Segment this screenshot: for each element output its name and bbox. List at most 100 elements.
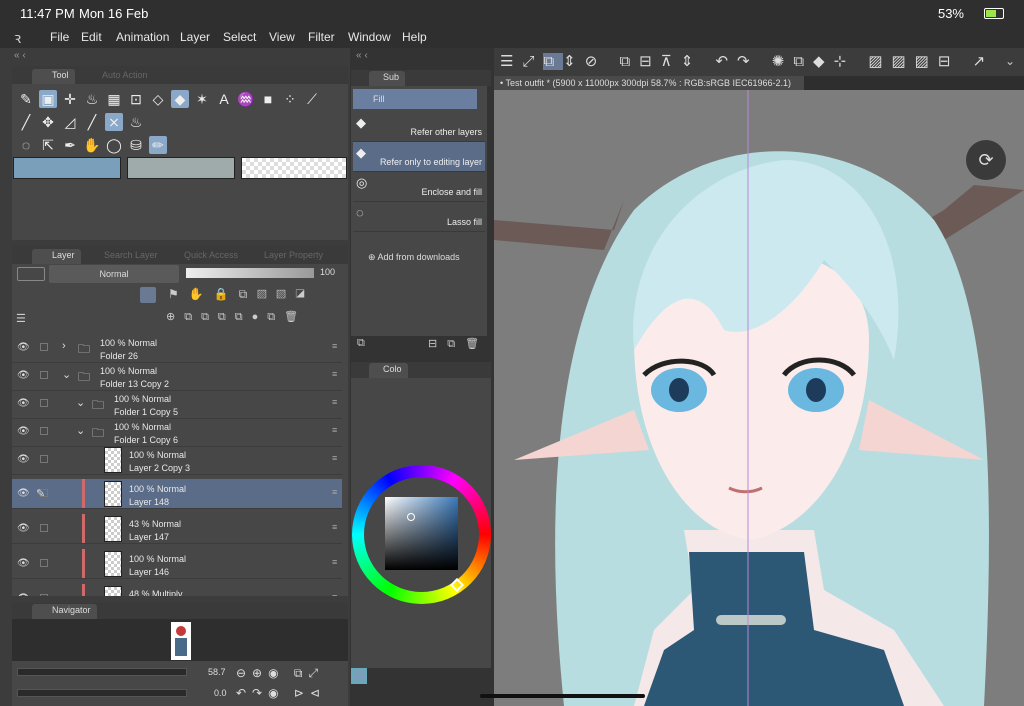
menu-animation[interactable]: Animation bbox=[116, 30, 169, 44]
menu-edit[interactable]: Edit bbox=[81, 30, 102, 44]
ruler-tool-icon[interactable]: ◿ bbox=[61, 113, 79, 131]
visibility-eye-icon[interactable]: 👁 bbox=[17, 558, 30, 569]
visibility-eye-icon[interactable]: 👁 bbox=[17, 426, 30, 437]
layer-select-checkbox[interactable] bbox=[40, 399, 48, 407]
folder-toggle-icon[interactable]: › bbox=[62, 340, 66, 352]
subtool-enclose-fill[interactable]: ◎ Enclose and fill bbox=[353, 172, 485, 202]
selection-tool-icon[interactable]: ⨯ bbox=[105, 113, 123, 131]
pencil-tool-icon[interactable]: ✏ bbox=[149, 136, 167, 154]
layer-row[interactable]: 👁 ✎ 100 % Normal Layer 148 ≡ bbox=[12, 479, 342, 509]
layer-select-checkbox[interactable] bbox=[40, 427, 48, 435]
mini-color-swatch[interactable] bbox=[351, 668, 367, 684]
eyedrop-tool-icon[interactable]: ⟋ bbox=[303, 90, 321, 108]
lasso-tool-icon[interactable]: ◌ bbox=[17, 136, 35, 154]
clip-studio-logo-icon[interactable]: ꝛ bbox=[14, 28, 21, 48]
layer-lock-icons[interactable]: ⚑✋🔒⧉▨▨◪ bbox=[168, 287, 338, 302]
layer-color-toggle[interactable] bbox=[17, 267, 45, 281]
collapse-left-icon[interactable]: « ‹ bbox=[14, 50, 26, 61]
folder-toggle-icon[interactable]: ⌄ bbox=[62, 368, 71, 381]
tab-auto-action[interactable]: Auto Action bbox=[82, 69, 154, 84]
grid-tool-icon[interactable]: ▦ bbox=[105, 90, 123, 108]
layer-drag-handle-icon[interactable]: ≡ bbox=[332, 592, 337, 596]
add-from-downloads-button[interactable]: ⊕ Add from downloads bbox=[368, 252, 460, 263]
subtool-refer-other-layers[interactable]: ◆ Refer other layers bbox=[353, 112, 485, 142]
drawing-canvas[interactable]: ⟳ bbox=[494, 90, 1024, 706]
move-tool-icon[interactable]: ✛ bbox=[61, 90, 79, 108]
frame-tool-icon[interactable]: ⊡ bbox=[127, 90, 145, 108]
visibility-eye-icon[interactable]: 👁 bbox=[17, 454, 30, 465]
hand-tool-icon[interactable]: ✋ bbox=[83, 136, 101, 154]
text-tool-icon[interactable]: A bbox=[215, 90, 233, 108]
rotation-slider[interactable] bbox=[17, 689, 187, 697]
rotate-buttons-icon[interactable]: ↶↷◉ ⊳⊲ bbox=[236, 686, 326, 700]
layer-row[interactable]: 👁 48 % Multiply ≡ bbox=[12, 584, 342, 596]
visibility-eye-icon[interactable]: 👁 bbox=[17, 523, 30, 534]
pen-nib-tool-icon[interactable]: ✒ bbox=[61, 136, 79, 154]
menu-view[interactable]: View bbox=[269, 30, 295, 44]
visibility-eye-icon[interactable]: 👁 bbox=[17, 398, 30, 409]
layer-row[interactable]: 👁 ⌄ 🗀 100 % Normal Folder 1 Copy 5 ≡ bbox=[12, 389, 342, 419]
command-bar-expand-icon[interactable]: ⌄ bbox=[1005, 54, 1015, 68]
fill-tool-icon[interactable]: ◆ bbox=[171, 90, 189, 108]
line-tool-icon[interactable]: ╱ bbox=[17, 113, 35, 131]
layer-list-options-icon[interactable]: ☰ bbox=[16, 312, 26, 325]
tab-layer-property[interactable]: Layer Property bbox=[244, 249, 329, 264]
opacity-slider[interactable] bbox=[186, 268, 314, 278]
spray-tool-icon[interactable]: ♨ bbox=[83, 90, 101, 108]
tab-navigator[interactable]: Navigator bbox=[32, 604, 97, 619]
lasso2-tool-icon[interactable]: ◯ bbox=[105, 136, 123, 154]
layer-drag-handle-icon[interactable]: ≡ bbox=[332, 341, 337, 351]
gradient-tool-icon[interactable]: ■ bbox=[259, 90, 277, 108]
zoom-buttons-icon[interactable]: ⊖⊕◉ ⧉⤢ bbox=[236, 666, 324, 681]
main-color-swatch[interactable] bbox=[13, 157, 121, 179]
pen-tool-icon[interactable]: ✎ bbox=[17, 90, 35, 108]
tab-layer[interactable]: Layer bbox=[32, 249, 81, 264]
layer-select-checkbox[interactable] bbox=[40, 594, 48, 596]
sparkle-tool-icon[interactable]: ✶ bbox=[193, 90, 211, 108]
select-arrow-tool-icon[interactable]: ⇱ bbox=[39, 136, 57, 154]
subtool-group-fill[interactable]: Fill bbox=[353, 89, 477, 109]
layer-drag-handle-icon[interactable]: ≡ bbox=[332, 397, 337, 407]
bucket-tool-icon[interactable]: ⛁ bbox=[127, 136, 145, 154]
layer-row[interactable]: 👁 100 % Normal Layer 2 Copy 3 ≡ bbox=[12, 445, 342, 475]
color-picker-handle[interactable] bbox=[407, 513, 415, 521]
layer-drag-handle-icon[interactable]: ≡ bbox=[332, 522, 337, 532]
saturation-value-square[interactable] bbox=[385, 497, 458, 570]
subtool-refer-editing-layer[interactable]: ◆ Refer only to editing layer bbox=[353, 142, 485, 172]
layer-row[interactable]: 👁 ⌄ 🗀 100 % Normal Folder 13 Copy 2 ≡ bbox=[12, 361, 342, 391]
menu-window[interactable]: Window bbox=[348, 30, 391, 44]
layer-select-checkbox[interactable] bbox=[40, 559, 48, 567]
menu-select[interactable]: Select bbox=[223, 30, 256, 44]
canvas-tab[interactable]: • Test outfit * (5900 x 11000px 300dpi 5… bbox=[494, 76, 804, 90]
folder-toggle-icon[interactable]: ⌄ bbox=[76, 424, 85, 437]
layer-row[interactable]: 👁 43 % Normal Layer 147 ≡ bbox=[12, 514, 342, 544]
collapse-mid-icon[interactable]: « ‹ bbox=[356, 50, 368, 61]
transparent-color-swatch[interactable] bbox=[241, 157, 347, 179]
layer-row[interactable]: 👁 ⌄ 🗀 100 % Normal Folder 1 Copy 6 ≡ bbox=[12, 417, 342, 447]
layer-drag-handle-icon[interactable]: ≡ bbox=[332, 369, 337, 379]
layer-select-checkbox[interactable] bbox=[40, 343, 48, 351]
blend-mode-select[interactable]: Normal bbox=[49, 265, 179, 283]
tab-color-wheel[interactable]: Colo bbox=[369, 363, 408, 378]
layer-drag-handle-icon[interactable]: ≡ bbox=[332, 425, 337, 435]
menu-help[interactable]: Help bbox=[402, 30, 427, 44]
zoom-slider[interactable] bbox=[17, 668, 187, 676]
visibility-eye-icon[interactable]: 👁 bbox=[17, 370, 30, 381]
subtool-lasso-fill[interactable]: ◌ Lasso fill bbox=[353, 202, 485, 232]
layer-row[interactable]: 👁 100 % Normal Layer 146 ≡ bbox=[12, 549, 342, 579]
layer-drag-handle-icon[interactable]: ≡ bbox=[332, 557, 337, 567]
eraser-tool-icon[interactable]: ◇ bbox=[149, 90, 167, 108]
visibility-eye-icon[interactable]: 👁 bbox=[17, 488, 30, 499]
command-bar-icons[interactable]: ☰⤢⧉⇕⊘ ⧉⊟⊼⇕ ↶↷ ✺⧉◆⊹ ▨▨▨⊟ ↗ bbox=[500, 52, 994, 70]
eyedropper-tool-icon[interactable]: ▣ bbox=[39, 90, 57, 108]
layer-row[interactable]: 👁 › 🗀 100 % Normal Folder 26 ≡ bbox=[12, 333, 342, 363]
layer-select-checkbox[interactable] bbox=[40, 371, 48, 379]
tab-tool[interactable]: Tool bbox=[32, 69, 75, 84]
subtool-footer-icons[interactable]: ⧉ ⊟⧉🗑 bbox=[354, 337, 490, 353]
tab-quick-access[interactable]: Quick Access bbox=[164, 249, 244, 264]
navigator-thumbnail[interactable] bbox=[171, 622, 191, 660]
clip-icon[interactable] bbox=[140, 287, 156, 303]
rotate-canvas-icon[interactable]: ⟳ bbox=[966, 140, 1006, 180]
layer-drag-handle-icon[interactable]: ≡ bbox=[332, 487, 337, 497]
folder-toggle-icon[interactable]: ⌄ bbox=[76, 396, 85, 409]
